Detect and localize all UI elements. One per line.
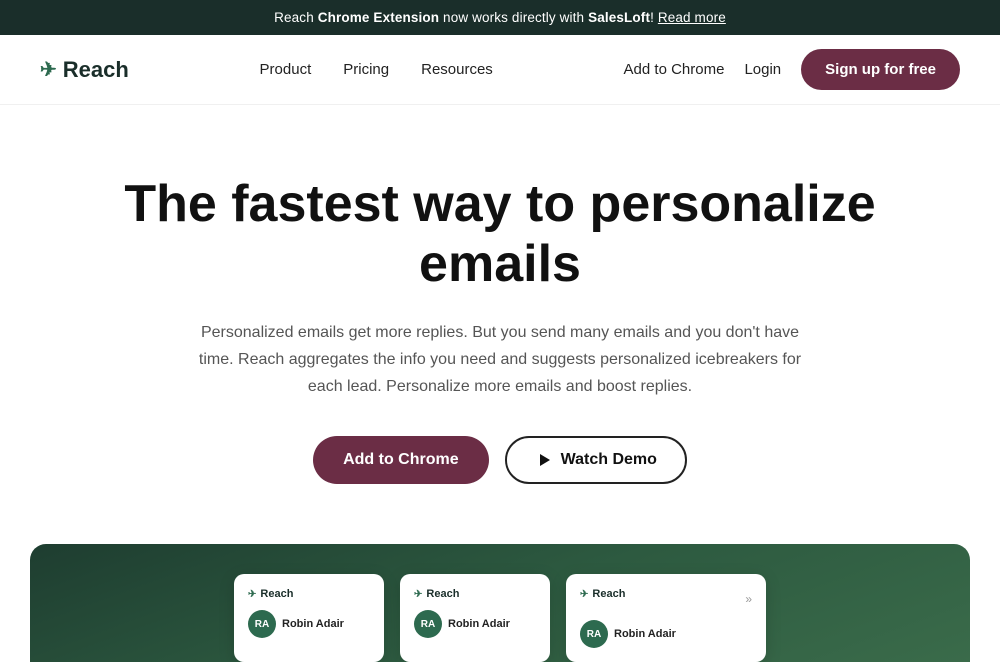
preview-card-2-logo: ✈ Reach — [414, 588, 536, 600]
preview-user-2: RA Robin Adair — [414, 610, 536, 638]
card-chevron-icon: » — [745, 592, 752, 606]
nav-login-link[interactable]: Login — [744, 61, 781, 78]
nav-add-chrome-link[interactable]: Add to Chrome — [624, 61, 725, 78]
banner-text: Reach Chrome Extension now works directl… — [274, 10, 726, 25]
preview-logo-icon-2: ✈ — [414, 589, 422, 600]
preview-card-1-logo: ✈ Reach — [248, 588, 370, 600]
watch-demo-label: Watch Demo — [561, 451, 657, 469]
banner-suffix: ! — [650, 10, 658, 25]
preview-logo-text-2: Reach — [426, 588, 459, 600]
nav-links: Product Pricing Resources — [260, 61, 493, 79]
navbar: ✈ Reach Product Pricing Resources Add to… — [0, 35, 1000, 105]
nav-pricing-link[interactable]: Pricing — [343, 61, 389, 78]
logo-icon: ✈ — [40, 57, 57, 82]
hero-buttons: Add to Chrome Watch Demo — [70, 436, 930, 484]
preview-logo-icon-1: ✈ — [248, 589, 256, 600]
hero-add-chrome-button[interactable]: Add to Chrome — [313, 436, 489, 484]
avatar-initials-3: RA — [587, 629, 601, 640]
preview-card-2: ✈ Reach RA Robin Adair — [400, 574, 550, 662]
signup-button[interactable]: Sign up for free — [801, 49, 960, 90]
banner-bold2: SalesLoft — [588, 10, 650, 25]
hero-headline-line2: emails — [419, 235, 581, 293]
user-name-1: Robin Adair — [282, 618, 344, 630]
preview-logo-text-1: Reach — [260, 588, 293, 600]
hero-subtext: Personalized emails get more replies. Bu… — [190, 319, 810, 401]
hero-watch-demo-button[interactable]: Watch Demo — [505, 436, 687, 484]
nav-resources-link[interactable]: Resources — [421, 61, 493, 78]
avatar-initials-1: RA — [255, 619, 269, 630]
logo[interactable]: ✈ Reach — [40, 57, 129, 83]
banner-bold1: Chrome Extension — [318, 10, 439, 25]
nav-product-link[interactable]: Product — [260, 61, 312, 78]
preview-logo-text-3: Reach — [592, 588, 625, 600]
hero-headline-line1: The fastest way to personalize — [124, 175, 875, 233]
user-name-3: Robin Adair — [614, 628, 676, 640]
banner-read-more-link[interactable]: Read more — [658, 10, 726, 25]
user-avatar-2: RA — [414, 610, 442, 638]
logo-text: Reach — [63, 57, 129, 83]
hero-headline: The fastest way to personalize emails — [70, 175, 930, 295]
preview-section: ✈ Reach RA Robin Adair ✈ Reach RA Robin … — [30, 544, 970, 662]
avatar-initials-2: RA — [421, 619, 435, 630]
top-banner: Reach Chrome Extension now works directl… — [0, 0, 1000, 35]
preview-card-1: ✈ Reach RA Robin Adair — [234, 574, 384, 662]
play-icon — [535, 451, 553, 469]
nav-actions: Add to Chrome Login Sign up for free — [624, 49, 960, 90]
preview-card-3-header: ✈ Reach » — [580, 588, 752, 610]
hero-section: The fastest way to personalize emails Pe… — [50, 105, 950, 524]
banner-middle: now works directly with — [439, 10, 588, 25]
banner-prefix: Reach — [274, 10, 318, 25]
preview-card-3-logo: ✈ Reach — [580, 588, 625, 600]
preview-logo-icon-3: ✈ — [580, 589, 588, 600]
user-name-2: Robin Adair — [448, 618, 510, 630]
user-avatar-3: RA — [580, 620, 608, 648]
preview-card-3: ✈ Reach » RA Robin Adair — [566, 574, 766, 662]
user-avatar-1: RA — [248, 610, 276, 638]
preview-user-3: RA Robin Adair — [580, 620, 752, 648]
preview-user-1: RA Robin Adair — [248, 610, 370, 638]
